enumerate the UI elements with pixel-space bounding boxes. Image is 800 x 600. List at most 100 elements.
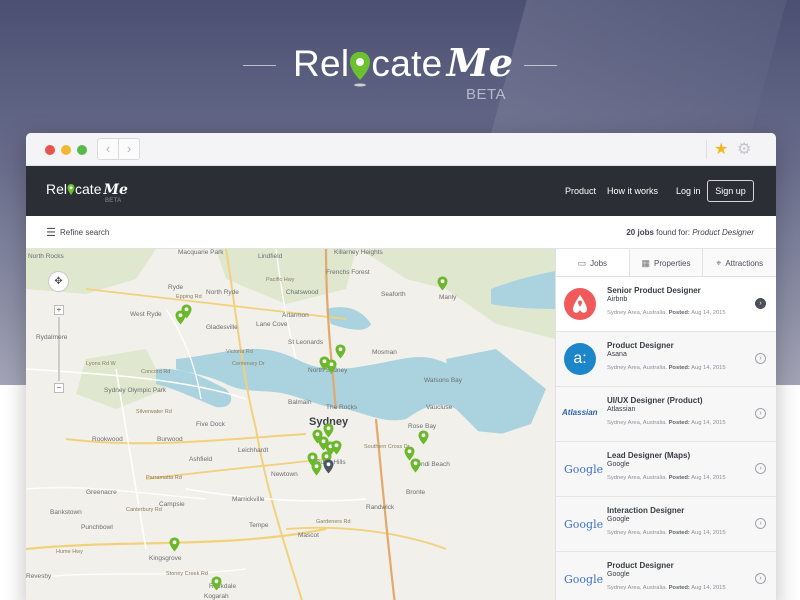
- map-pin-icon[interactable]: [175, 310, 186, 325]
- window-close-button[interactable]: [45, 145, 55, 155]
- brand-logo: Rel cate Me: [293, 40, 513, 90]
- tab-attractions[interactable]: ⌖ Attractions: [703, 249, 776, 276]
- google-logo-icon: Google: [564, 573, 604, 586]
- map-place-label: Rydalmere: [36, 334, 68, 341]
- map-road-label: Centenary Dr: [232, 361, 265, 367]
- map-place-label: North Rocks: [28, 253, 64, 260]
- map-place-label: Bronte: [406, 489, 426, 496]
- map-pin-icon[interactable]: [437, 276, 448, 291]
- app-beta-label: BETA: [105, 198, 122, 204]
- jobs-count: 20 jobs: [626, 228, 654, 237]
- map-place-label: Killarney Heights: [334, 249, 383, 256]
- tab-jobs[interactable]: ▭ Jobs: [556, 249, 630, 276]
- pin-icon: ⌖: [716, 258, 722, 268]
- star-icon[interactable]: ★: [714, 139, 728, 159]
- chevron-right-icon[interactable]: ›: [755, 298, 766, 309]
- job-list-item[interactable]: Google Interaction Designer Google Sydne…: [556, 497, 776, 552]
- search-query: Product Designer: [692, 228, 754, 237]
- app-logo[interactable]: Rel cate Me: [46, 181, 128, 198]
- map-pin-icon[interactable]: [211, 576, 222, 591]
- map-place-label: Chatswood: [286, 289, 319, 296]
- refine-search-button[interactable]: ☰ Refine search: [46, 216, 109, 249]
- signup-button[interactable]: Sign up: [707, 180, 754, 202]
- map-pin-icon[interactable]: [331, 440, 342, 455]
- map-pin-icon[interactable]: [335, 344, 346, 359]
- job-location: Sydney Area, Australia.: [607, 420, 667, 426]
- map-road-label: Epping Rd: [176, 294, 202, 300]
- browser-window: ‹ › ★ ⚙ Rel cate Me BETA Product How it wo…: [26, 133, 776, 600]
- app-logo-script: Me: [103, 182, 128, 198]
- nav-how-it-works-link[interactable]: How it works: [607, 166, 658, 216]
- map-pin-icon[interactable]: [410, 458, 421, 473]
- job-posted-date: Aug 14, 2015: [691, 475, 726, 481]
- tab-jobs-label: Jobs: [590, 259, 608, 268]
- map-place-label: Vaucluse: [426, 404, 453, 411]
- map-place-label: West Ryde: [130, 311, 162, 318]
- map-place-label: Macquarie Park: [178, 249, 224, 256]
- map-road-label: Pacific Hwy: [266, 277, 295, 283]
- chevron-right-icon[interactable]: ›: [755, 518, 766, 529]
- map-place-label: Five Dock: [196, 421, 225, 428]
- map-place-label: Kogarah: [204, 593, 229, 600]
- map-place-label: Gladesville: [206, 324, 238, 331]
- job-meta: Sydney Area, Australia. Posted: Aug 14, …: [607, 365, 726, 371]
- map-place-label: Manly: [439, 294, 457, 301]
- chevron-right-icon[interactable]: ›: [755, 408, 766, 419]
- browser-nav-buttons: ‹ ›: [97, 138, 140, 160]
- map-pin-icon[interactable]: [418, 430, 429, 445]
- zoom-in-button[interactable]: +: [54, 305, 64, 315]
- atlassian-logo-icon: Atlassian: [562, 408, 598, 417]
- selected-map-pin-icon[interactable]: [323, 459, 334, 474]
- chevron-right-icon[interactable]: ›: [755, 353, 766, 364]
- map-pin-icon[interactable]: [169, 537, 180, 552]
- window-minimize-button[interactable]: [61, 145, 71, 155]
- building-icon: ▦: [641, 258, 651, 268]
- tab-attractions-label: Attractions: [725, 259, 764, 268]
- locate-icon[interactable]: ✥: [48, 271, 69, 292]
- job-posted-label: Posted:: [668, 530, 690, 536]
- job-meta: Sydney Area, Australia. Posted: Aug 14, …: [607, 420, 726, 426]
- job-meta: Sydney Area, Australia. Posted: Aug 14, …: [607, 310, 726, 316]
- job-posted-label: Posted:: [668, 420, 690, 426]
- map-road-label: Canterbury Rd: [126, 507, 162, 513]
- map-place-label: Bankstown: [50, 509, 82, 516]
- results-tabs: ▭ Jobs ▦ Properties ⌖ Attractions: [556, 249, 776, 277]
- job-list-item[interactable]: Senior Product Designer Airbnb Sydney Ar…: [556, 277, 776, 332]
- map-pin-icon[interactable]: [323, 423, 334, 438]
- job-list-item[interactable]: a: Product Designer Asana Sydney Area, A…: [556, 332, 776, 387]
- map-road-label: Stoney Creek Rd: [166, 571, 208, 577]
- back-button[interactable]: ‹: [98, 139, 118, 159]
- map-place-label: Rookwood: [92, 436, 123, 443]
- zoom-slider[interactable]: [58, 317, 60, 381]
- job-posted-date: Aug 14, 2015: [691, 365, 726, 371]
- job-company: Atlassian: [607, 406, 636, 413]
- map-pin-icon[interactable]: [326, 359, 337, 374]
- chevron-right-icon[interactable]: ›: [755, 573, 766, 584]
- map-place-label: Punchbowl: [81, 524, 113, 531]
- gear-icon[interactable]: ⚙: [737, 139, 751, 159]
- map-place-label: The Rocks: [326, 404, 358, 411]
- job-list-item[interactable]: Google Product Designer Google Sydney Ar…: [556, 552, 776, 600]
- map-view[interactable]: ✥ + − North Rocks Macquarie Park Lindfield…: [26, 249, 555, 600]
- window-maximize-button[interactable]: [77, 145, 87, 155]
- job-list-item[interactable]: Atlassian UI/UX Designer (Product) Atlas…: [556, 387, 776, 442]
- forward-button[interactable]: ›: [118, 139, 139, 159]
- map-place-label: Leichhardt: [238, 447, 269, 454]
- nav-product-link[interactable]: Product: [565, 166, 596, 216]
- app-header: Rel cate Me BETA Product How it works Log …: [26, 166, 776, 216]
- map-pin-icon[interactable]: [311, 461, 322, 476]
- google-logo-icon: Google: [564, 463, 604, 476]
- tab-properties-label: Properties: [654, 259, 691, 268]
- job-posted-label: Posted:: [668, 585, 690, 591]
- job-location: Sydney Area, Australia.: [607, 585, 667, 591]
- map-place-label: Greenacre: [86, 489, 117, 496]
- chevron-right-icon[interactable]: ›: [755, 463, 766, 474]
- job-title: Product Designer: [607, 341, 674, 350]
- job-company: Airbnb: [607, 296, 628, 303]
- job-location: Sydney Area, Australia.: [607, 310, 667, 316]
- tab-properties[interactable]: ▦ Properties: [629, 249, 704, 276]
- asana-logo-icon: a:: [564, 343, 596, 375]
- job-list-item[interactable]: Google Lead Designer (Maps) Google Sydne…: [556, 442, 776, 497]
- nav-login-link[interactable]: Log in: [676, 166, 701, 216]
- zoom-out-button[interactable]: −: [54, 383, 64, 393]
